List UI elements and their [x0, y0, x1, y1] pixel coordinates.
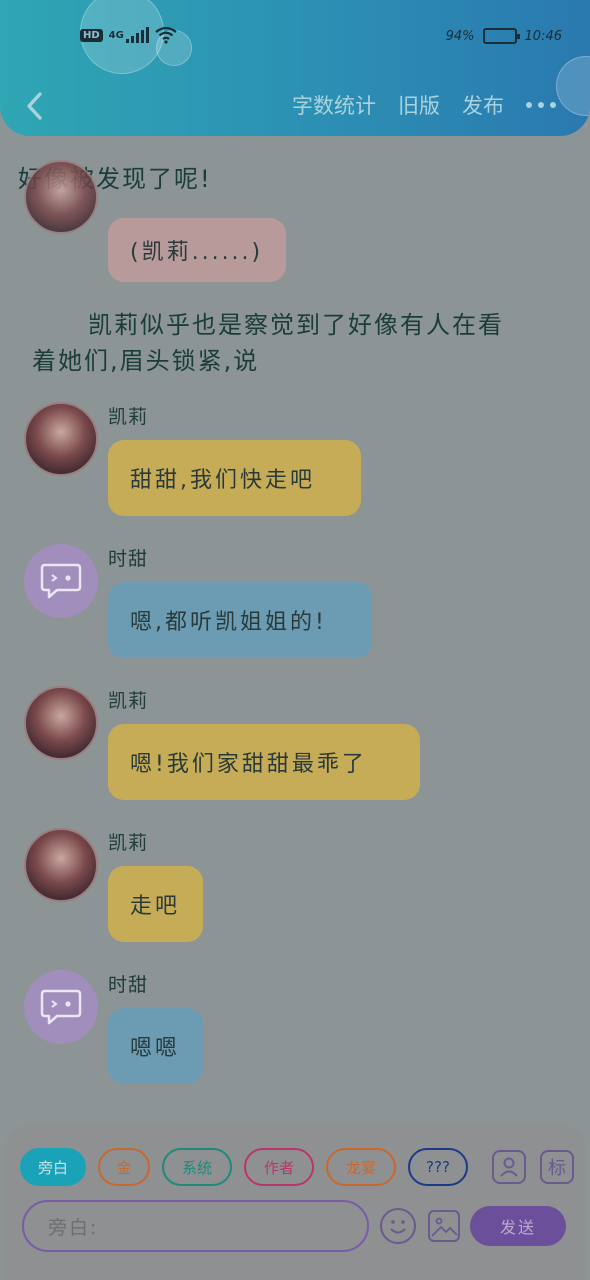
message-item: (凯莉......): [24, 160, 564, 286]
app-header: HD 4G 94% 10:46 字数统计 旧版 发布: [0, 0, 590, 136]
emoji-button[interactable]: [380, 1208, 416, 1244]
role-pill-system[interactable]: 系统: [162, 1148, 232, 1186]
speaker-name: 时甜: [108, 974, 149, 996]
nav-actions: 字数统计 旧版 发布: [292, 90, 556, 120]
message-item: 凯莉 甜甜,我们快走吧: [24, 402, 564, 522]
avatar-kaili[interactable]: [24, 402, 98, 476]
message-item: 凯莉 嗯!我们家甜甜最乖了: [24, 686, 564, 806]
avatar-kaili[interactable]: [24, 686, 98, 760]
narration-line: 着她们,眉头锁紧,说: [32, 347, 260, 375]
speaker-name: 凯莉: [108, 406, 149, 428]
mark-label: 标: [548, 1158, 566, 1179]
role-selector: 旁白 金 系统 作者 龙宴 ???: [20, 1148, 468, 1186]
decor-bubble: [556, 56, 590, 116]
word-count-button[interactable]: 字数统计: [292, 90, 376, 120]
avatar-shitian[interactable]: [24, 544, 98, 618]
message-input[interactable]: 旁白:: [22, 1200, 369, 1252]
network-label: 4G: [108, 29, 124, 41]
message-item: 时甜 嗯,都听凯姐姐的!: [24, 544, 564, 664]
avatar-shitian[interactable]: [24, 970, 98, 1044]
speaker-name: 凯莉: [108, 690, 149, 712]
battery-icon: [482, 28, 520, 44]
person-icon: [500, 1157, 518, 1177]
signal-icon: [125, 27, 149, 43]
mark-button[interactable]: 标: [540, 1150, 574, 1184]
publish-button[interactable]: 发布: [462, 90, 504, 120]
clock: 10:46: [524, 28, 562, 44]
message-bubble[interactable]: 甜甜,我们快走吧: [108, 440, 361, 516]
chat-face-icon: [40, 563, 82, 599]
avatar-kaili[interactable]: [24, 828, 98, 902]
message-bubble[interactable]: 走吧: [108, 866, 203, 942]
avatar-kaili[interactable]: [24, 160, 98, 234]
message-bubble[interactable]: (凯莉......): [108, 218, 286, 282]
role-pill-jin[interactable]: 金: [98, 1148, 150, 1186]
smiley-icon: [390, 1220, 406, 1234]
status-bar-left: HD 4G: [80, 26, 177, 44]
narration-line: 凯莉似乎也是察觉到了好像有人在看: [88, 311, 504, 339]
role-pill-longyan[interactable]: 龙宴: [326, 1148, 396, 1186]
role-pill-unknown[interactable]: ???: [408, 1148, 468, 1186]
message-bubble[interactable]: 嗯!我们家甜甜最乖了: [108, 724, 420, 800]
role-pill-narration[interactable]: 旁白: [20, 1148, 86, 1186]
message-bubble[interactable]: 嗯嗯: [108, 1008, 203, 1084]
more-icon[interactable]: [526, 102, 556, 108]
old-version-button[interactable]: 旧版: [398, 90, 440, 120]
hd-badge: HD: [80, 28, 103, 42]
wifi-icon: [155, 26, 177, 44]
message-item: 时甜 嗯嗯: [24, 970, 564, 1090]
story-content: 好像被发现了呢! (凯莉......) 凯莉似乎也是察觉到了好像有人在看 着她们…: [0, 136, 590, 1126]
speaker-name: 时甜: [108, 548, 149, 570]
status-bar-right: 94% 10:46: [446, 28, 562, 44]
character-manage-button[interactable]: [492, 1150, 526, 1184]
send-button[interactable]: 发送: [470, 1206, 566, 1246]
battery-percent: 94%: [445, 28, 475, 44]
back-button[interactable]: [18, 88, 50, 124]
role-pill-author[interactable]: 作者: [244, 1148, 314, 1186]
speaker-name: 凯莉: [108, 832, 149, 854]
input-placeholder: 旁白:: [48, 1216, 99, 1239]
message-bubble[interactable]: 嗯,都听凯姐姐的!: [108, 582, 372, 658]
message-item: 凯莉 走吧: [24, 828, 564, 948]
image-button[interactable]: [428, 1210, 460, 1242]
image-icon: [431, 1217, 458, 1237]
composer-toolbar: 旁白 金 系统 作者 龙宴 ??? 标 旁白: 发送: [4, 1124, 586, 1280]
chevron-left-icon: [27, 92, 42, 120]
chat-face-icon: [40, 989, 82, 1025]
